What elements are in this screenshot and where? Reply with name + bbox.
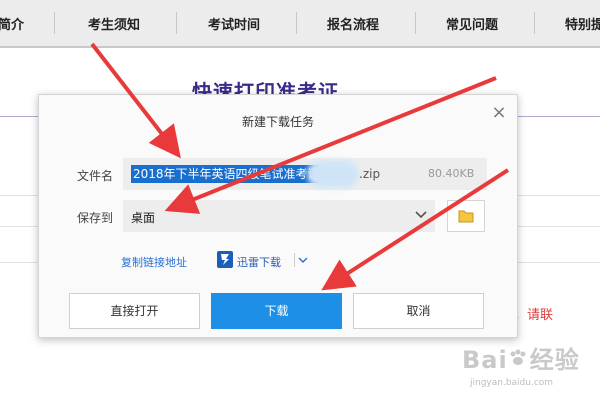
watermark-brand-right: 经验 (529, 346, 580, 374)
paw-icon (508, 346, 530, 374)
watermark-url: jingyan.baidu.com (470, 378, 554, 388)
arrow-to-save-location (164, 76, 497, 214)
watermark-brand-left: Bai (462, 346, 508, 374)
arrow-to-download-button (321, 168, 510, 291)
arrow-to-filename (90, 42, 181, 159)
baidu-watermark: Bai 经验 jingyan.baidu.com (462, 336, 592, 396)
watermark-brand: Bai 经验 (462, 340, 580, 375)
